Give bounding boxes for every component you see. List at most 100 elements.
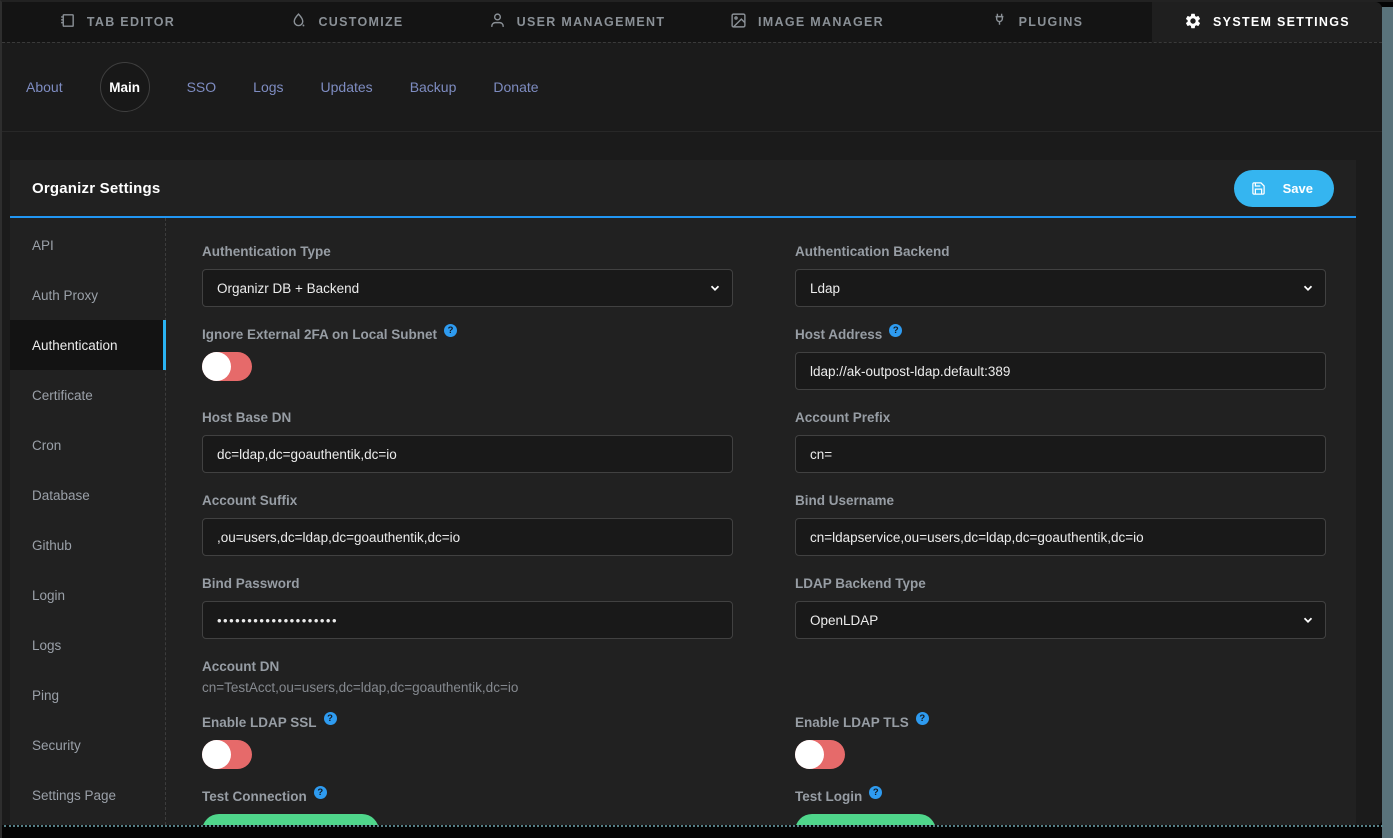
panel-header: Organizr Settings Save [10, 160, 1356, 218]
help-icon[interactable]: ? [916, 712, 929, 725]
sidebar-item-cron[interactable]: Cron [10, 420, 165, 470]
help-icon[interactable]: ? [444, 324, 457, 337]
authentication-type-select[interactable]: Organizr DB + Backend [202, 269, 733, 307]
nav-label: CUSTOMIZE [318, 15, 403, 29]
tab-sso[interactable]: SSO [187, 79, 217, 95]
field-test-connection: Test Connection ? Test Connection [202, 789, 733, 825]
help-icon[interactable]: ? [889, 324, 902, 337]
sidebar-item-settings-page[interactable]: Settings Page [10, 770, 165, 820]
enable-ldap-tls-toggle[interactable] [795, 740, 845, 769]
gear-icon [1184, 12, 1202, 33]
nav-tab-editor[interactable]: TAB EDITOR [2, 2, 232, 42]
user-icon [489, 12, 506, 32]
nav-user-management[interactable]: USER MANAGEMENT [462, 2, 692, 42]
field-label: Authentication Backend [795, 244, 1326, 259]
chevron-down-icon [1301, 281, 1315, 295]
selected-value: Organizr DB + Backend [217, 281, 359, 296]
field-ignore-2fa: Ignore External 2FA on Local Subnet ? [202, 327, 733, 390]
settings-tabs: About Main SSO Logs Updates Backup Donat… [2, 42, 1382, 132]
page-title: Organizr Settings [32, 180, 160, 197]
tab-editor-icon [59, 12, 76, 32]
field-authentication-type: Authentication Type Organizr DB + Backen… [202, 244, 733, 307]
field-host-base-dn: Host Base DN [202, 410, 733, 473]
account-prefix-input[interactable] [795, 435, 1326, 473]
window-bottom-edge [4, 825, 1383, 827]
nav-label: USER MANAGEMENT [517, 15, 666, 29]
settings-sidebar: API Auth Proxy Authentication Certificat… [10, 218, 166, 825]
tab-logs[interactable]: Logs [253, 79, 283, 95]
field-enable-ldap-tls: Enable LDAP TLS ? [795, 715, 1326, 769]
top-navigation: TAB EDITOR CUSTOMIZE USER MANAGEMENT IMA… [2, 2, 1382, 42]
bind-password-input[interactable] [202, 601, 733, 639]
field-label-text: Test Connection [202, 789, 307, 804]
tab-main[interactable]: Main [100, 62, 150, 112]
field-label: Host Base DN [202, 410, 733, 425]
field-label: Test Connection ? [202, 789, 733, 804]
tab-updates[interactable]: Updates [321, 79, 373, 95]
field-label: Account Prefix [795, 410, 1326, 425]
field-enable-ldap-ssl: Enable LDAP SSL ? [202, 715, 733, 769]
bind-username-input[interactable] [795, 518, 1326, 556]
tab-donate[interactable]: Donate [493, 79, 538, 95]
sidebar-item-login[interactable]: Login [10, 570, 165, 620]
save-button[interactable]: Save [1234, 170, 1334, 207]
account-dn-value: cn=TestAcct,ou=users,dc=ldap,dc=goauthen… [202, 680, 733, 695]
test-connection-button[interactable]: Test Connection [202, 814, 379, 825]
host-base-dn-input[interactable] [202, 435, 733, 473]
nav-label: IMAGE MANAGER [758, 15, 884, 29]
field-authentication-backend: Authentication Backend Ldap [795, 244, 1326, 307]
field-test-login: Test Login ? Test Login [795, 789, 1326, 825]
field-label: Bind Username [795, 493, 1326, 508]
nav-image-manager[interactable]: IMAGE MANAGER [692, 2, 922, 42]
tab-backup[interactable]: Backup [410, 79, 457, 95]
chevron-down-icon [708, 281, 722, 295]
toggle-knob [795, 740, 824, 769]
sidebar-item-logs[interactable]: Logs [10, 620, 165, 670]
save-label: Save [1283, 181, 1313, 196]
nav-system-settings[interactable]: SYSTEM SETTINGS [1152, 2, 1382, 42]
sidebar-item-certificate[interactable]: Certificate [10, 370, 165, 420]
field-label: LDAP Backend Type [795, 576, 1326, 591]
field-bind-username: Bind Username [795, 493, 1326, 556]
field-label: Account DN [202, 659, 733, 674]
field-spacer [795, 659, 1326, 695]
help-icon[interactable]: ? [324, 712, 337, 725]
test-login-button[interactable]: Test Login [795, 814, 936, 825]
authentication-form: Authentication Type Organizr DB + Backen… [166, 218, 1356, 825]
field-account-dn: Account DN cn=TestAcct,ou=users,dc=ldap,… [202, 659, 733, 695]
organizr-app: TAB EDITOR CUSTOMIZE USER MANAGEMENT IMA… [2, 2, 1382, 825]
window-edge-strip [1382, 7, 1393, 838]
image-icon [730, 12, 747, 32]
account-suffix-input[interactable] [202, 518, 733, 556]
sidebar-item-authentication[interactable]: Authentication [10, 320, 165, 370]
sidebar-item-ping[interactable]: Ping [10, 670, 165, 720]
nav-customize[interactable]: CUSTOMIZE [232, 2, 462, 42]
authentication-backend-select[interactable]: Ldap [795, 269, 1326, 307]
sidebar-item-github[interactable]: Github [10, 520, 165, 570]
tab-about[interactable]: About [26, 79, 63, 95]
window-frame: TAB EDITOR CUSTOMIZE USER MANAGEMENT IMA… [0, 0, 1393, 838]
enable-ldap-ssl-toggle[interactable] [202, 740, 252, 769]
selected-value: Ldap [810, 281, 840, 296]
help-icon[interactable]: ? [314, 786, 327, 799]
plug-icon [991, 12, 1008, 32]
host-address-input[interactable] [795, 352, 1326, 390]
field-label: Bind Password [202, 576, 733, 591]
sidebar-item-auth-proxy[interactable]: Auth Proxy [10, 270, 165, 320]
sidebar-item-api[interactable]: API [10, 220, 165, 270]
ignore-2fa-toggle[interactable] [202, 352, 252, 381]
nav-plugins[interactable]: PLUGINS [922, 2, 1152, 42]
field-bind-password: Bind Password [202, 576, 733, 639]
toggle-knob [202, 352, 231, 381]
field-label-text: Test Login [795, 789, 862, 804]
field-ldap-backend-type: LDAP Backend Type OpenLDAP [795, 576, 1326, 639]
ldap-backend-type-select[interactable]: OpenLDAP [795, 601, 1326, 639]
sidebar-item-database[interactable]: Database [10, 470, 165, 520]
nav-label: PLUGINS [1019, 15, 1084, 29]
help-icon[interactable]: ? [869, 786, 882, 799]
field-label: Ignore External 2FA on Local Subnet ? [202, 327, 733, 342]
field-label: Account Suffix [202, 493, 733, 508]
field-label: Enable LDAP SSL ? [202, 715, 733, 730]
sidebar-item-security[interactable]: Security [10, 720, 165, 770]
field-host-address: Host Address ? [795, 327, 1326, 390]
